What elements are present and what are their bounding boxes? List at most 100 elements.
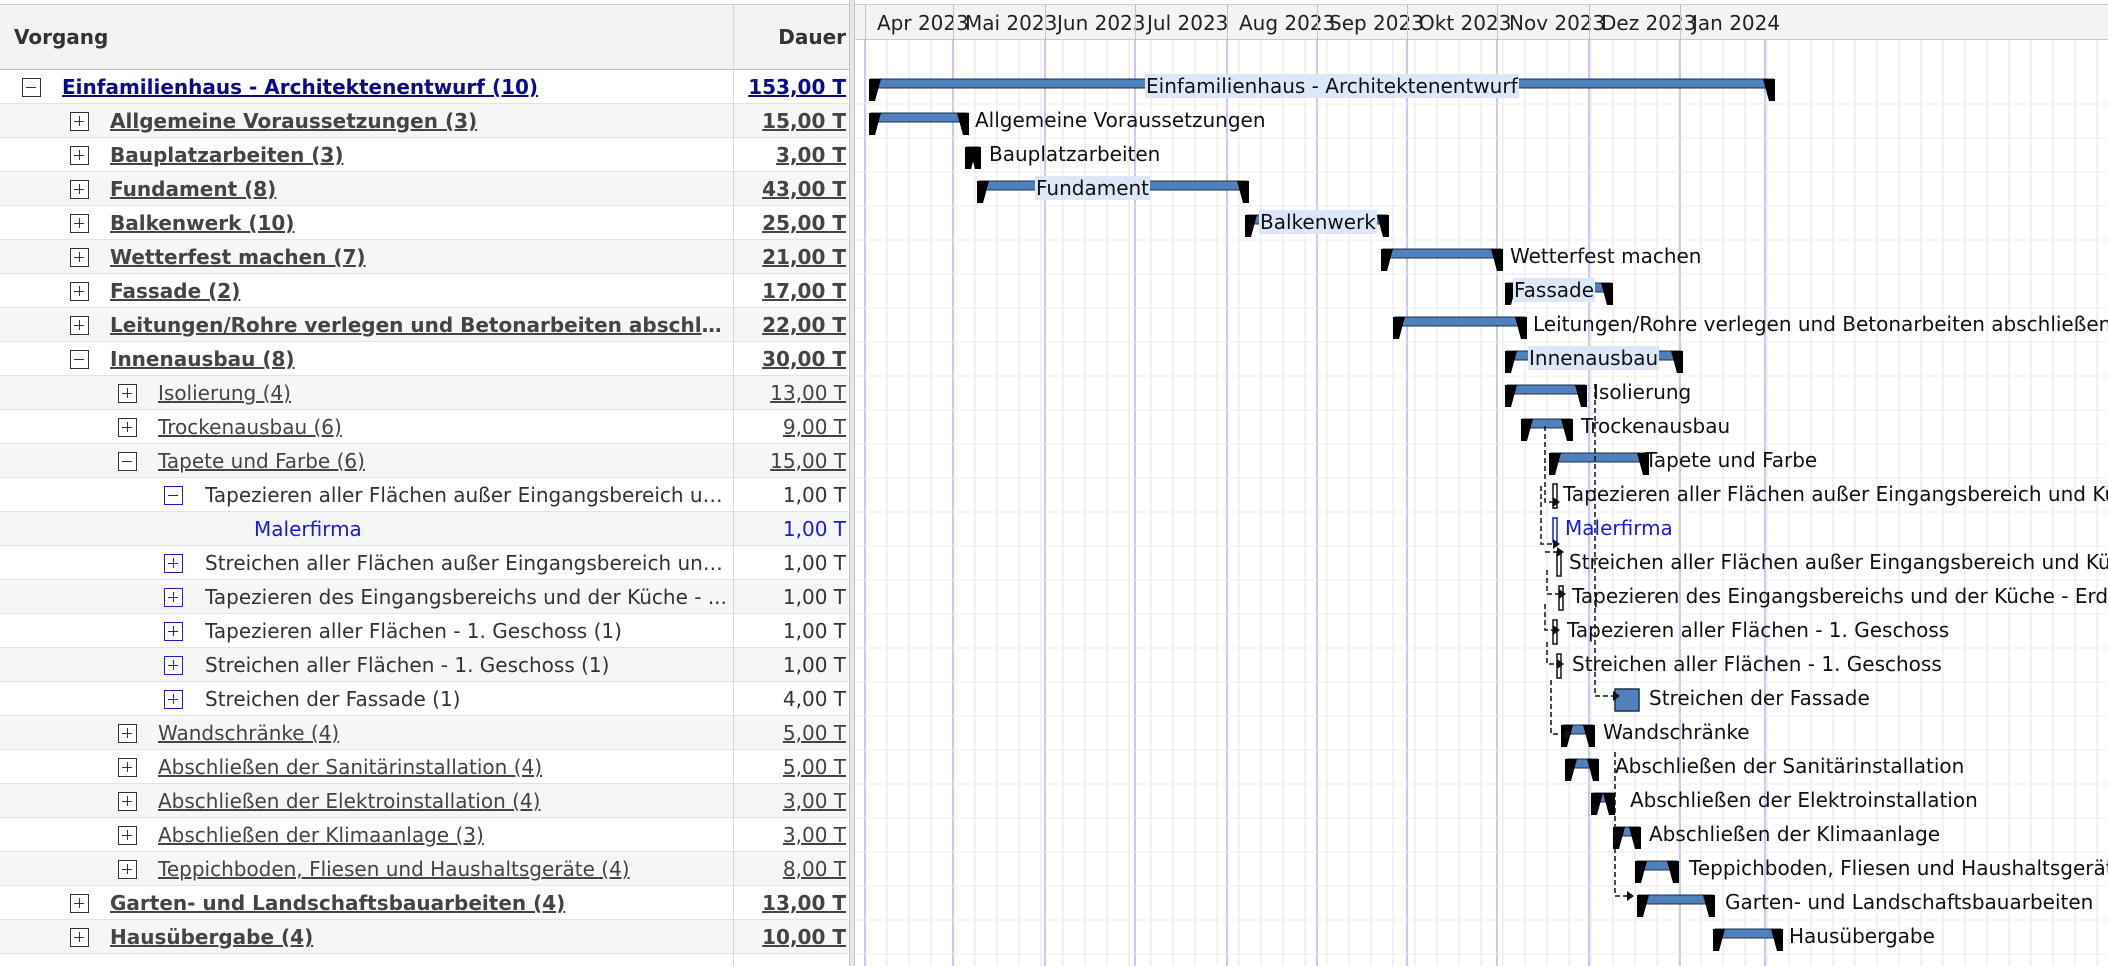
- task-row[interactable]: Innenausbau (8) 30,00 T: [0, 342, 849, 376]
- task-duration[interactable]: 1,00 T: [734, 517, 849, 541]
- task-name[interactable]: Tapezieren aller Flächen - 1. Geschoss (…: [205, 619, 728, 643]
- task-row[interactable]: Abschließen der Elektroinstallation (4) 3…: [0, 784, 849, 818]
- task-name[interactable]: Trockenausbau (6): [158, 415, 728, 439]
- task-duration[interactable]: 8,00 T: [734, 857, 849, 881]
- task-duration[interactable]: 21,00 T: [734, 245, 849, 269]
- task-duration[interactable]: 1,00 T: [734, 619, 849, 643]
- task-name[interactable]: Einfamilienhaus - Architektenentwurf (10…: [62, 75, 728, 99]
- task-duration[interactable]: 22,00 T: [734, 313, 849, 337]
- expand-icon[interactable]: [118, 724, 137, 743]
- expand-icon[interactable]: [164, 656, 183, 675]
- expand-icon[interactable]: [70, 112, 89, 131]
- task-row[interactable]: Streichen aller Flächen - 1. Geschoss (1…: [0, 648, 849, 682]
- task-row[interactable]: Bauplatzarbeiten (3) 3,00 T: [0, 138, 849, 172]
- expand-icon[interactable]: [118, 758, 137, 777]
- task-name[interactable]: Garten- und Landschaftsbauarbeiten (4): [110, 891, 728, 915]
- task-row[interactable]: Isolierung (4) 13,00 T: [0, 376, 849, 410]
- task-row[interactable]: Teppichboden, Fliesen und Haushaltsgerät…: [0, 852, 849, 886]
- task-row[interactable]: Tapezieren aller Flächen außer Eingangsb…: [0, 478, 849, 512]
- task-duration[interactable]: 3,00 T: [734, 143, 849, 167]
- expand-icon[interactable]: [118, 792, 137, 811]
- collapse-icon[interactable]: [22, 78, 41, 97]
- task-row[interactable]: Abschließen der Sanitärinstallation (4) 5…: [0, 750, 849, 784]
- task-name[interactable]: Abschließen der Klimaanlage (3): [158, 823, 728, 847]
- task-name[interactable]: Balkenwerk (10): [110, 211, 728, 235]
- task-name[interactable]: Wandschränke (4): [158, 721, 728, 745]
- task-name[interactable]: Leitungen/Rohre verlegen und Betonarbeit…: [110, 313, 728, 337]
- task-name[interactable]: Malerfirma: [254, 517, 728, 541]
- task-name[interactable]: Abschließen der Sanitärinstallation (4): [158, 755, 728, 779]
- task-duration[interactable]: 17,00 T: [734, 279, 849, 303]
- expand-icon[interactable]: [70, 316, 89, 335]
- task-duration[interactable]: 3,00 T: [734, 789, 849, 813]
- task-row[interactable]: Tapete und Farbe (6) 15,00 T: [0, 444, 849, 478]
- expand-icon[interactable]: [70, 894, 89, 913]
- task-row[interactable]: Trockenausbau (6) 9,00 T: [0, 410, 849, 444]
- task-row[interactable]: Leitungen/Rohre verlegen und Betonarbeit…: [0, 308, 849, 342]
- task-duration[interactable]: 15,00 T: [734, 449, 849, 473]
- expand-icon[interactable]: [70, 146, 89, 165]
- task-duration[interactable]: 5,00 T: [734, 721, 849, 745]
- task-duration[interactable]: 43,00 T: [734, 177, 849, 201]
- task-row[interactable]: Wetterfest machen (7) 21,00 T: [0, 240, 849, 274]
- collapse-icon[interactable]: [70, 350, 89, 369]
- expand-icon[interactable]: [164, 622, 183, 641]
- task-name[interactable]: Hausübergabe (4): [110, 925, 728, 949]
- column-header-duration[interactable]: Dauer: [734, 25, 849, 49]
- task-duration[interactable]: 1,00 T: [734, 585, 849, 609]
- expand-icon[interactable]: [70, 180, 89, 199]
- task-duration[interactable]: 25,00 T: [734, 211, 849, 235]
- expand-icon[interactable]: [118, 418, 137, 437]
- task-duration[interactable]: 10,00 T: [734, 925, 849, 949]
- collapse-icon[interactable]: [118, 452, 137, 471]
- task-name[interactable]: Innenausbau (8): [110, 347, 728, 371]
- task-name[interactable]: Abschließen der Elektroinstallation (4): [158, 789, 728, 813]
- task-duration[interactable]: 13,00 T: [734, 381, 849, 405]
- task-row[interactable]: Balkenwerk (10) 25,00 T: [0, 206, 849, 240]
- task-duration[interactable]: 30,00 T: [734, 347, 849, 371]
- task-row[interactable]: Streichen der Fassade (1) 4,00 T: [0, 682, 849, 716]
- expand-icon[interactable]: [164, 690, 183, 709]
- task-name[interactable]: Streichen der Fassade (1): [205, 687, 728, 711]
- task-name[interactable]: Allgemeine Voraussetzungen (3): [110, 109, 728, 133]
- task-name[interactable]: Tapezieren des Eingangsbereichs und der …: [205, 585, 728, 609]
- task-row[interactable]: Einfamilienhaus - Architektenentwurf (10…: [0, 70, 849, 104]
- task-name[interactable]: Tapete und Farbe (6): [158, 449, 728, 473]
- task-duration[interactable]: 1,00 T: [734, 551, 849, 575]
- task-name[interactable]: Tapezieren aller Flächen außer Eingangsb…: [205, 483, 728, 507]
- column-separator[interactable]: [733, 4, 734, 966]
- task-name[interactable]: Teppichboden, Fliesen und Haushaltsgerät…: [158, 857, 728, 881]
- task-duration[interactable]: 1,00 T: [734, 483, 849, 507]
- task-row[interactable]: Fundament (8) 43,00 T: [0, 172, 849, 206]
- expand-icon[interactable]: [164, 588, 183, 607]
- expand-icon[interactable]: [118, 860, 137, 879]
- task-duration[interactable]: 13,00 T: [734, 891, 849, 915]
- task-name[interactable]: Bauplatzarbeiten (3): [110, 143, 728, 167]
- expand-icon[interactable]: [164, 554, 183, 573]
- task-name[interactable]: Isolierung (4): [158, 381, 728, 405]
- task-duration[interactable]: 153,00 T: [734, 75, 849, 99]
- expand-icon[interactable]: [118, 826, 137, 845]
- task-duration[interactable]: 5,00 T: [734, 755, 849, 779]
- task-row[interactable]: Tapezieren aller Flächen - 1. Geschoss (…: [0, 614, 849, 648]
- task-duration[interactable]: 9,00 T: [734, 415, 849, 439]
- task-name[interactable]: Streichen aller Flächen - 1. Geschoss (1…: [205, 653, 728, 677]
- task-row[interactable]: Tapezieren des Eingangsbereichs und der …: [0, 580, 849, 614]
- expand-icon[interactable]: [70, 282, 89, 301]
- task-row[interactable]: Malerfirma 1,00 T: [0, 512, 849, 546]
- task-name[interactable]: Fundament (8): [110, 177, 728, 201]
- expand-icon[interactable]: [70, 214, 89, 233]
- task-row[interactable]: Fassade (2) 17,00 T: [0, 274, 849, 308]
- task-duration[interactable]: 4,00 T: [734, 687, 849, 711]
- expand-icon[interactable]: [70, 248, 89, 267]
- task-duration[interactable]: 15,00 T: [734, 109, 849, 133]
- collapse-icon[interactable]: [164, 486, 183, 505]
- task-row[interactable]: Abschließen der Klimaanlage (3) 3,00 T: [0, 818, 849, 852]
- task-row[interactable]: Allgemeine Voraussetzungen (3) 15,00 T: [0, 104, 849, 138]
- task-duration[interactable]: 1,00 T: [734, 653, 849, 677]
- expand-icon[interactable]: [70, 928, 89, 947]
- column-header-task[interactable]: Vorgang: [14, 25, 108, 49]
- task-name[interactable]: Streichen aller Flächen außer Eingangsbe…: [205, 551, 728, 575]
- task-row[interactable]: Wandschränke (4) 5,00 T: [0, 716, 849, 750]
- task-row[interactable]: Streichen aller Flächen außer Eingangsbe…: [0, 546, 849, 580]
